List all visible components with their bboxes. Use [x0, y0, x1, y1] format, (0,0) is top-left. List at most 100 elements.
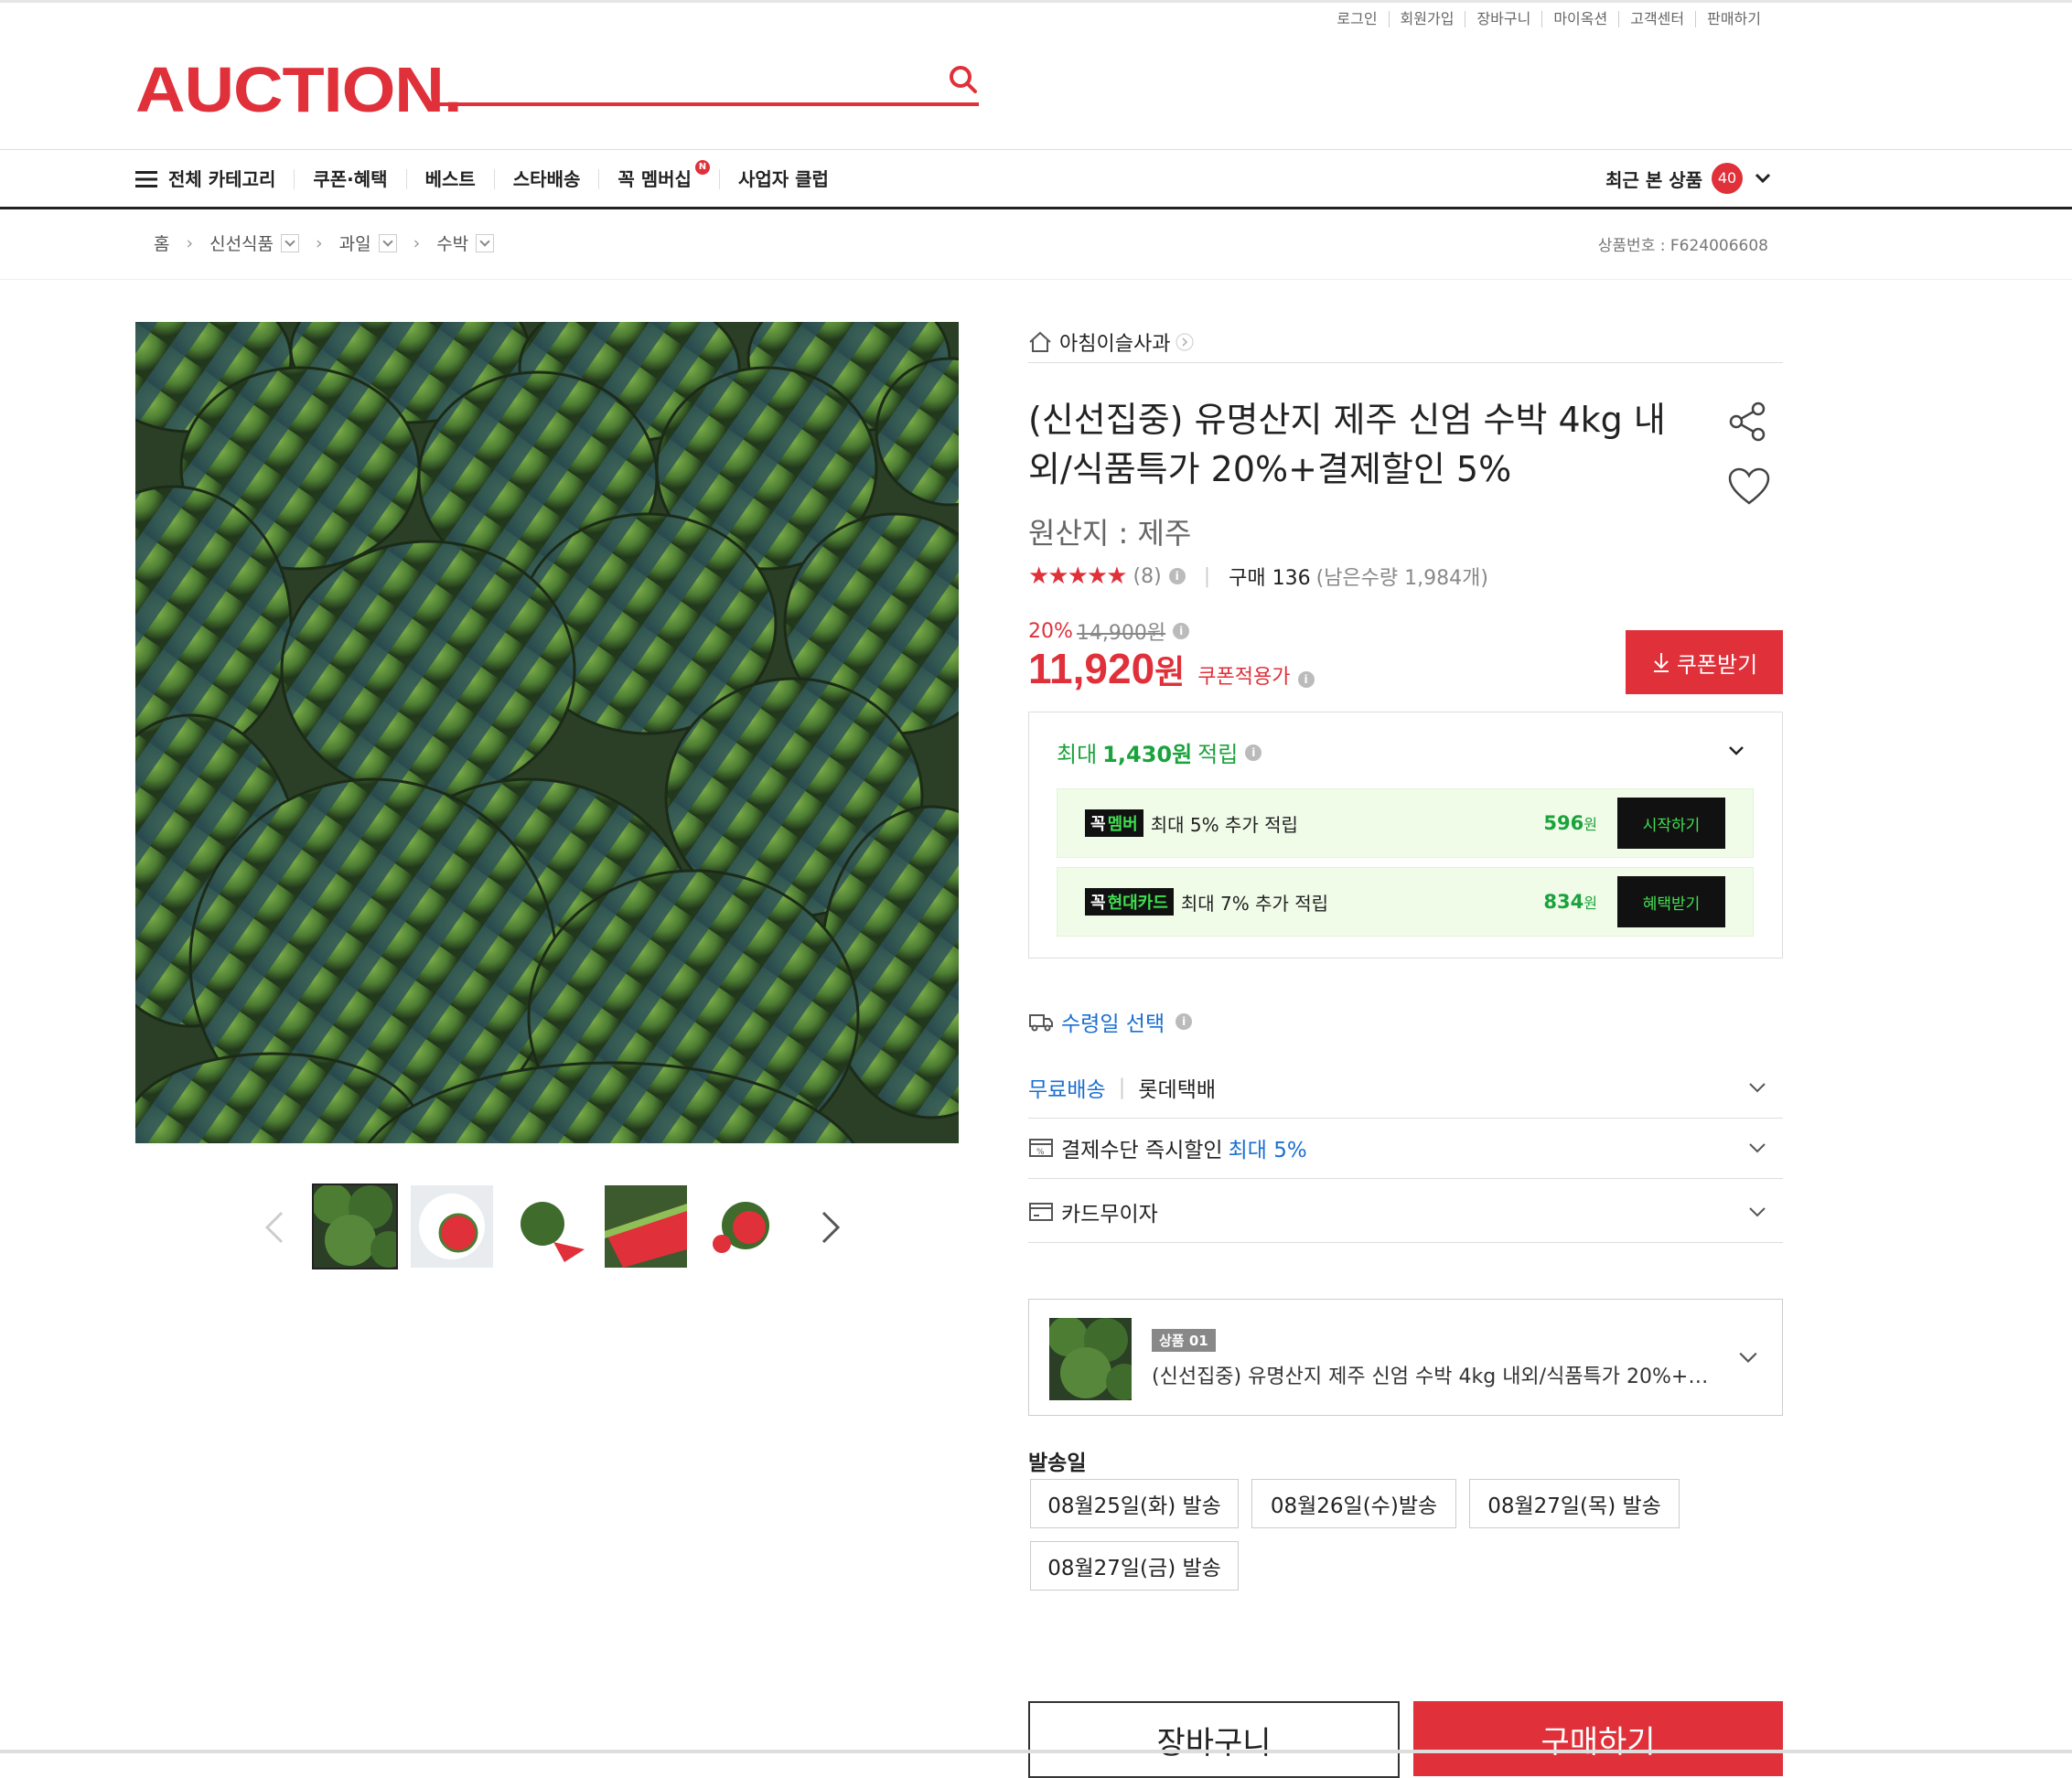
- search-bar: [430, 57, 979, 106]
- signup-link[interactable]: 회원가입: [1388, 11, 1465, 27]
- watermelon-photo: [135, 322, 959, 1143]
- thumbnail-strip: [256, 1184, 799, 1269]
- customer-center-link[interactable]: 고객센터: [1618, 11, 1695, 27]
- points-row-text: 최대 5% 추가 적립: [1150, 813, 1298, 836]
- benefit-button[interactable]: 혜택받기: [1617, 876, 1725, 927]
- thumbnail-5[interactable]: [702, 1185, 784, 1268]
- nav-best[interactable]: 베스트: [405, 168, 494, 190]
- points-max-amount: 1,430원: [1102, 742, 1193, 767]
- chevron-right-icon: ›: [186, 232, 194, 253]
- thumbnail-1[interactable]: [312, 1184, 398, 1269]
- start-button[interactable]: 시작하기: [1617, 798, 1725, 849]
- dropdown-toggle-icon[interactable]: [476, 233, 495, 252]
- nav-coupon[interactable]: 쿠폰·혜택: [294, 169, 405, 189]
- store-link[interactable]: 아침이슬사과: [1028, 322, 1783, 363]
- breadcrumb-watermelon[interactable]: 수박: [436, 230, 468, 255]
- hyundai-card-tag: 꼭 현대카드: [1085, 888, 1174, 916]
- add-to-cart-button[interactable]: 장바구니: [1028, 1701, 1400, 1778]
- home-icon: [1029, 331, 1051, 352]
- selected-option-thumbnail: [1049, 1318, 1132, 1400]
- thumbnail-2[interactable]: [411, 1185, 493, 1268]
- option-name: (신선집중) 유명산지 제주 신엄 수박 4kg 내외/식품특가 20%+결제할…: [1152, 1366, 1719, 1388]
- ship-day-option-4[interactable]: 08월27일(금) 발송: [1030, 1541, 1239, 1591]
- chevron-down-icon: [1749, 1083, 1766, 1093]
- points-row-hyundai: 꼭 현대카드 최대 7% 추가 적립 834원 혜택받기: [1057, 867, 1754, 937]
- ship-day-option-3[interactable]: 08월27일(목) 발송: [1469, 1479, 1680, 1528]
- ship-day-option-1[interactable]: 08월25일(화) 발송: [1030, 1479, 1239, 1528]
- remaining-quantity: (남은수량 1,984개): [1315, 567, 1488, 590]
- share-icon[interactable]: [1727, 401, 1769, 443]
- thumb-next-arrow[interactable]: [820, 1209, 842, 1246]
- points-row-amount: 834원: [1543, 891, 1597, 913]
- all-category-label: 전체 카테고리: [168, 168, 276, 190]
- info-icon[interactable]: i: [1176, 1013, 1193, 1030]
- breadcrumb: 홈 › 신선식품 › 과일 › 수박: [154, 230, 495, 255]
- nav-best-label: 베스트: [424, 168, 476, 190]
- menu-icon: [135, 171, 157, 187]
- info-icon[interactable]: i: [1297, 671, 1315, 688]
- points-row-amount: 596원: [1543, 812, 1597, 834]
- breadcrumb-fresh-food[interactable]: 신선식품: [209, 230, 274, 255]
- product-number: 상품번호 : F624006608: [1597, 237, 1768, 255]
- ship-day-option-2[interactable]: 08월26일(수)발송: [1251, 1479, 1456, 1528]
- coupon-applied-label: 쿠폰적용가: [1197, 666, 1291, 689]
- shipping-row[interactable]: 무료배송 | 롯데택배: [1028, 1057, 1783, 1119]
- payment-discount-max: 최대 5%: [1228, 1139, 1307, 1162]
- heart-icon[interactable]: [1727, 466, 1771, 507]
- receive-date-select[interactable]: 수령일 선택 i: [1028, 1006, 1783, 1037]
- download-icon: [1653, 653, 1669, 672]
- breadcrumb-fruit[interactable]: 과일: [339, 230, 371, 255]
- card-icon: [1029, 1203, 1053, 1221]
- bottom-border: [0, 1750, 2072, 1753]
- membership-tag: 꼭 멤버: [1085, 809, 1143, 837]
- product-title: (신선집중) 유명산지 제주 신엄 수박 4kg 내외/식품특가 20%+결제할…: [1028, 400, 1666, 489]
- thumbnail-3[interactable]: [508, 1185, 590, 1268]
- nav-business-club[interactable]: 사업자 클럽: [718, 169, 847, 189]
- payment-discount-row[interactable]: % 결제수단 즉시할인 최대 5%: [1028, 1118, 1783, 1179]
- rating-row: ★★★★★ (8) i | 구매 136 (남은수량 1,984개): [1028, 562, 1783, 591]
- installment-row[interactable]: 카드무이자: [1028, 1182, 1783, 1243]
- chevron-down-icon[interactable]: [1727, 742, 1745, 760]
- review-count[interactable]: (8): [1133, 565, 1162, 588]
- info-icon[interactable]: i: [1173, 623, 1190, 639]
- chevron-right-icon: ›: [316, 232, 323, 253]
- login-link[interactable]: 로그인: [1326, 11, 1388, 27]
- my-auction-link[interactable]: 마이옥션: [1541, 11, 1618, 27]
- selected-option-dropdown[interactable]: 상품 01 (신선집중) 유명산지 제주 신엄 수박 4kg 내외/식품특가 2…: [1028, 1299, 1783, 1416]
- info-icon[interactable]: i: [1168, 568, 1186, 584]
- points-suffix: 적립: [1197, 742, 1239, 767]
- info-icon[interactable]: i: [1245, 744, 1262, 761]
- recent-label: 최근 본 상품: [1605, 168, 1702, 191]
- thumbnail-4[interactable]: [605, 1185, 687, 1268]
- free-shipping-label: 무료배송: [1028, 1078, 1106, 1102]
- receive-date-label: 수령일 선택: [1061, 1012, 1165, 1036]
- dropdown-toggle-icon[interactable]: [378, 233, 397, 252]
- breadcrumb-home[interactable]: 홈: [154, 230, 169, 255]
- chevron-down-icon: [1749, 1207, 1766, 1217]
- chevron-down-icon: [1755, 173, 1771, 184]
- origin-info: 원산지 : 제주: [1028, 516, 1192, 551]
- recent-products[interactable]: 최근 본 상품 40: [1605, 163, 1772, 194]
- top-border: [0, 0, 2072, 3]
- buy-now-button[interactable]: 구매하기: [1413, 1701, 1783, 1776]
- store-name: 아침이슬사과: [1059, 333, 1171, 356]
- auction-logo[interactable]: AUCTION.: [135, 53, 463, 126]
- search-icon[interactable]: [948, 64, 979, 95]
- points-row-membership: 꼭 멤버 최대 5% 추가 적립 596원 시작하기: [1057, 788, 1754, 858]
- cart-link[interactable]: 장바구니: [1465, 11, 1541, 27]
- option-label: 상품 01: [1152, 1329, 1216, 1352]
- payment-discount-label: 결제수단 즉시할인: [1061, 1139, 1223, 1162]
- header-divider: [0, 149, 2072, 150]
- product-main-image[interactable]: [135, 322, 959, 1143]
- star-rating[interactable]: ★★★★★: [1028, 562, 1128, 590]
- all-category-button[interactable]: 전체 카테고리: [135, 169, 294, 189]
- chevron-down-icon: [1749, 1143, 1766, 1153]
- dropdown-toggle-icon[interactable]: [281, 233, 300, 252]
- coupon-download-button[interactable]: 쿠폰받기: [1626, 630, 1783, 694]
- points-header[interactable]: 최대 1,430원 적립 i: [1057, 736, 1262, 768]
- nav-membership[interactable]: 꼭 멤버십 N: [598, 160, 719, 189]
- search-input[interactable]: [430, 57, 928, 102]
- separator: |: [1203, 564, 1211, 588]
- sell-link[interactable]: 판매하기: [1695, 11, 1772, 27]
- nav-star-delivery[interactable]: 스타배송: [493, 169, 599, 189]
